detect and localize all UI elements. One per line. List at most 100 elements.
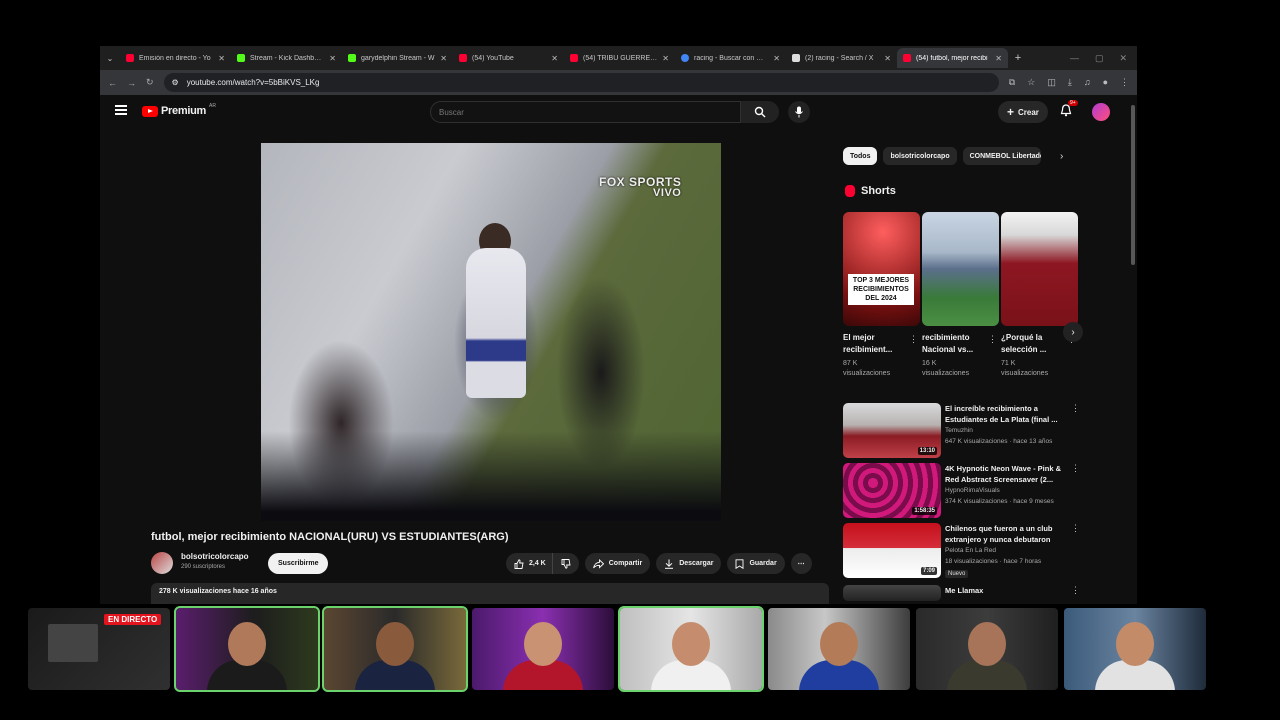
browser-tab-active[interactable]: (54) futbol, mejor recibi ✕ — [897, 48, 1008, 68]
notifications-button[interactable]: 9+ — [1060, 100, 1078, 117]
create-button[interactable]: + Crear — [998, 101, 1048, 123]
more-vertical-icon[interactable]: ⋮ — [1071, 523, 1080, 534]
stream-participants: EN DIRECTO — [28, 606, 1206, 692]
short-card[interactable]: recibimiento Nacional vs... 16 K visuali… — [922, 212, 999, 379]
recommended-video[interactable]: 1:58:35 4K Hypnotic Neon Wave - Pink & R… — [843, 463, 1083, 519]
browser-tab[interactable]: (54) YouTube ✕ — [453, 48, 564, 68]
video-thumbnail: 7:09 — [843, 523, 941, 578]
video-title: futbol, mejor recibimiento NACIONAL(URU)… — [151, 531, 509, 543]
maximize-icon[interactable]: ▢ — [1095, 53, 1104, 64]
video-actions: 2,4 K Compartir Descargar Guardar ⋯ — [506, 553, 812, 574]
close-tab-icon[interactable]: ✕ — [884, 54, 891, 63]
chip-conmebol[interactable]: CONMEBOL Libertadores — [962, 147, 1041, 165]
download-button[interactable]: Descargar — [656, 553, 722, 574]
page-scrollbar[interactable] — [1129, 95, 1137, 604]
x-favicon-icon — [792, 54, 800, 62]
short-card[interactable]: ¿Porqué la selección ... 71 K visualizac… — [1001, 212, 1078, 379]
short-thumbnail — [1001, 212, 1078, 326]
account-avatar[interactable] — [1092, 103, 1110, 121]
browser-tab[interactable]: (54) TRIBU GUERRERA - ✕ — [564, 48, 675, 68]
short-card[interactable]: TOP 3 MEJORES RECIBIMIENTOS DEL 2024 El … — [843, 212, 920, 379]
new-tab-icon[interactable]: + — [1008, 52, 1028, 64]
description-box[interactable]: 278 K visualizaciones hace 16 años — [151, 583, 829, 604]
youtube-logo[interactable]: Premium AR — [142, 103, 216, 117]
download-icon[interactable]: ⤓ — [1068, 77, 1072, 88]
participant-cam[interactable] — [1064, 608, 1206, 690]
recommended-video[interactable]: Me Llamax ⋮ — [843, 585, 1083, 604]
scrollbar-thumb[interactable] — [1131, 105, 1135, 265]
browser-tab[interactable]: garydelphin Stream - W ✕ — [342, 48, 453, 68]
browser-tab[interactable]: Stream - Kick Dashboard ✕ — [231, 48, 342, 68]
search-button[interactable] — [741, 101, 779, 123]
subscribe-button[interactable]: Suscribirme — [268, 553, 329, 574]
back-icon[interactable]: ← — [108, 78, 117, 88]
youtube-page: Premium AR Buscar + Crear 9+ FOX SPORTS … — [100, 95, 1137, 604]
recommended-video[interactable]: 13:10 El increíble recibimiento a Estudi… — [843, 403, 1083, 459]
address-bar[interactable]: ⚙ youtube.com/watch?v=5bBiKVS_LKg — [163, 73, 999, 92]
screen-preview — [48, 624, 98, 662]
browser-menu-icon[interactable]: ⋮ — [1120, 77, 1129, 88]
like-button[interactable]: 2,4 K — [506, 553, 552, 574]
close-tab-icon[interactable]: ✕ — [662, 54, 669, 63]
extensions-icon[interactable]: ◫ — [1047, 77, 1056, 88]
live-badge: EN DIRECTO — [104, 614, 162, 625]
close-tab-icon[interactable]: ✕ — [551, 54, 558, 63]
browser-tab[interactable]: (2) racing - Search / X ✕ — [786, 48, 897, 68]
youtube-play-icon — [142, 105, 158, 117]
subscriber-count: 290 suscriptores — [181, 564, 226, 570]
forward-icon[interactable]: → — [127, 78, 136, 88]
close-window-icon[interactable]: ✕ — [1119, 53, 1127, 64]
more-vertical-icon[interactable]: ⋮ — [1071, 403, 1080, 414]
microphone-icon — [795, 106, 803, 118]
chip-all[interactable]: Todos — [843, 147, 878, 165]
minimize-icon[interactable]: — — [1070, 53, 1079, 64]
participant-cam[interactable] — [916, 608, 1058, 690]
reload-icon[interactable]: ↻ — [146, 77, 154, 88]
more-vertical-icon[interactable]: ⋮ — [1071, 463, 1080, 474]
site-info-icon[interactable]: ⚙ — [172, 78, 179, 87]
recommended-video[interactable]: 7:09 Chilenos que fueron a un club extra… — [843, 523, 1083, 579]
more-actions-button[interactable]: ⋯ — [790, 553, 812, 574]
search-input[interactable]: Buscar — [430, 101, 741, 123]
chip-channel[interactable]: bolsotricolorcapo — [883, 147, 957, 165]
install-app-icon[interactable]: ⧉ — [1009, 77, 1015, 88]
profile-icon[interactable]: ● — [1103, 77, 1108, 88]
participant-cam[interactable]: EN DIRECTO — [28, 608, 170, 690]
chevron-right-icon[interactable]: › — [1060, 151, 1063, 162]
participant-cam[interactable] — [322, 606, 468, 692]
close-tab-icon[interactable]: ✕ — [218, 54, 225, 63]
voice-search-button[interactable] — [788, 101, 810, 123]
participant-cam[interactable] — [472, 608, 614, 690]
more-vertical-icon[interactable]: ⋮ — [988, 334, 997, 345]
tab-search-icon[interactable]: ⌄ — [100, 54, 120, 63]
browser-toolbar: ← → ↻ ⚙ youtube.com/watch?v=5bBiKVS_LKg … — [100, 70, 1137, 95]
shorts-heading: Shorts — [845, 185, 896, 197]
close-tab-icon[interactable]: ✕ — [329, 54, 336, 63]
share-button[interactable]: Compartir — [584, 553, 651, 574]
thumbs-down-icon — [561, 558, 571, 569]
channel-avatar[interactable] — [151, 552, 173, 574]
more-vertical-icon[interactable]: ⋮ — [909, 334, 918, 345]
close-tab-icon[interactable]: ✕ — [440, 54, 447, 63]
notification-badge: 9+ — [1068, 100, 1078, 106]
channel-name[interactable]: bolsotricolorcapo — [181, 552, 249, 561]
media-icon[interactable]: ♫ — [1084, 77, 1091, 88]
toolbar-actions: ⧉ ☆ ◫ ⤓ ♫ ● ⋮ — [1009, 77, 1129, 88]
bookmark-star-icon[interactable]: ☆ — [1027, 77, 1035, 88]
close-tab-icon[interactable]: ✕ — [995, 54, 1002, 63]
participant-cam[interactable] — [768, 608, 910, 690]
participant-cam[interactable] — [618, 606, 764, 692]
youtube-favicon-icon — [126, 54, 134, 62]
more-vertical-icon[interactable]: ⋮ — [1071, 585, 1080, 596]
browser-tab[interactable]: Emisión en directo - Yo ✕ — [120, 48, 231, 68]
hamburger-menu-icon[interactable] — [115, 105, 127, 115]
video-player[interactable]: FOX SPORTS VIVO — [261, 143, 721, 521]
browser-tab[interactable]: racing - Buscar con Goo ✕ — [675, 48, 786, 68]
save-button[interactable]: Guardar — [727, 553, 785, 574]
shorts-next-arrow-icon[interactable]: › — [1063, 322, 1083, 342]
participant-face — [968, 622, 1006, 666]
close-tab-icon[interactable]: ✕ — [773, 54, 780, 63]
participant-face — [1116, 622, 1154, 666]
participant-cam[interactable] — [174, 606, 320, 692]
dislike-button[interactable] — [551, 553, 579, 574]
